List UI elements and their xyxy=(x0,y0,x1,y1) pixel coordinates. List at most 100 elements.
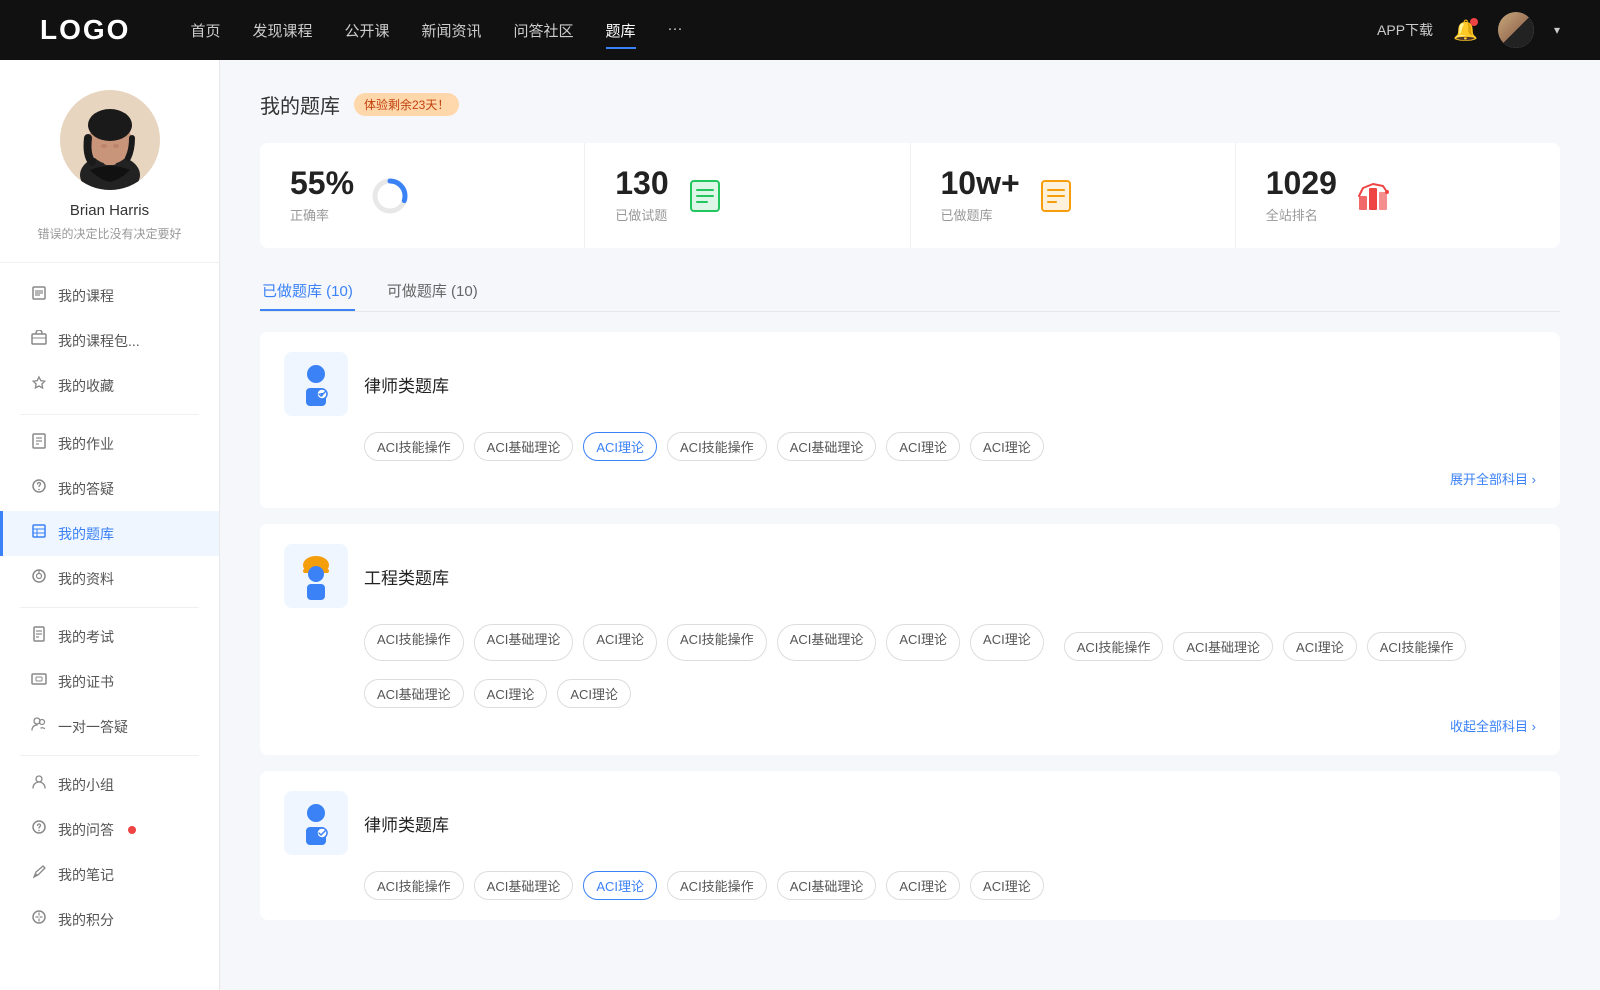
qbank-tag[interactable]: ACI基础理论 xyxy=(777,624,877,661)
qbank-tag-active[interactable]: ACI理论 xyxy=(583,871,657,900)
user-avatar[interactable] xyxy=(1498,12,1534,48)
sidebar-item-my-courses[interactable]: 我的课程 xyxy=(0,273,219,318)
qbank-tag[interactable]: ACI技能操作 xyxy=(667,871,767,900)
sidebar-item-my-questions[interactable]: 我的问答 xyxy=(0,807,219,852)
qbank-title-1: 律师类题库 xyxy=(364,372,449,397)
stat-done-banks-value: 10w+ xyxy=(941,167,1020,199)
qbank-tag[interactable]: ACI基础理论 xyxy=(777,871,877,900)
courses-icon xyxy=(30,285,48,306)
qbank-tag[interactable]: ACI理论 xyxy=(474,679,548,708)
stat-rank-text: 1029 全站排名 xyxy=(1266,167,1337,224)
sidebar-item-homework[interactable]: 我的作业 xyxy=(0,421,219,466)
sidebar-avatar xyxy=(60,90,160,190)
favorites-icon xyxy=(30,375,48,396)
qbank-tag[interactable]: ACI基础理论 xyxy=(474,871,574,900)
sidebar-item-points[interactable]: 我的积分 xyxy=(0,897,219,942)
qbank-tag[interactable]: ACI理论 xyxy=(886,624,960,661)
qbank-tag[interactable]: ACI基础理论 xyxy=(1173,632,1273,661)
qbank-tag[interactable]: ACI技能操作 xyxy=(364,871,464,900)
rank-icon xyxy=(1353,176,1393,216)
qbank-tag[interactable]: ACI理论 xyxy=(557,679,631,708)
qbank-tag[interactable]: ACI基础理论 xyxy=(474,624,574,661)
qbank-tag[interactable]: ACI理论 xyxy=(583,624,657,661)
sidebar-item-group[interactable]: 我的小组 xyxy=(0,762,219,807)
qbank-tag[interactable]: ACI理论 xyxy=(970,624,1044,661)
nav-news[interactable]: 新闻资讯 xyxy=(422,16,482,45)
sidebar-label-1on1: 一对一答疑 xyxy=(58,717,128,737)
qbank-engineer-icon xyxy=(284,544,348,608)
qbank-tag[interactable]: ACI技能操作 xyxy=(1367,632,1467,661)
nav-more[interactable]: ··· xyxy=(668,16,683,45)
qbank-tag[interactable]: ACI理论 xyxy=(886,871,960,900)
qbank-tag[interactable]: ACI技能操作 xyxy=(1064,632,1164,661)
qbank-tag[interactable]: ACI理论 xyxy=(970,871,1044,900)
notification-dot xyxy=(1470,18,1478,26)
qbank-collapse-2[interactable]: 收起全部科目 › xyxy=(284,716,1536,735)
navbar: LOGO 首页 发现课程 公开课 新闻资讯 问答社区 题库 ··· APP下载 … xyxy=(0,0,1600,60)
sidebar-label-homework: 我的作业 xyxy=(58,434,114,454)
nav-discover[interactable]: 发现课程 xyxy=(252,16,312,45)
tab-available-banks[interactable]: 可做题库 (10) xyxy=(385,272,480,311)
sidebar-item-qa[interactable]: 我的答疑 xyxy=(0,466,219,511)
app-download-link[interactable]: APP下载 xyxy=(1377,20,1433,40)
accuracy-icon xyxy=(370,176,410,216)
qbank-tag[interactable]: ACI基础理论 xyxy=(777,432,877,461)
sidebar-item-data[interactable]: 我的资料 xyxy=(0,556,219,601)
sidebar-label-myqa: 我的答疑 xyxy=(58,479,114,499)
nav-qa[interactable]: 问答社区 xyxy=(514,16,574,45)
qbank-tag[interactable]: ACI技能操作 xyxy=(667,624,767,661)
qbank-card-lawyer-2: 律师类题库 ACI技能操作 ACI基础理论 ACI理论 ACI技能操作 ACI基… xyxy=(260,771,1560,920)
sidebar-item-favorites[interactable]: 我的收藏 xyxy=(0,363,219,408)
sidebar-label-course-package: 我的课程包... xyxy=(58,331,140,351)
qbank-tag[interactable]: ACI理论 xyxy=(1283,632,1357,661)
qbank-tag[interactable]: ACI基础理论 xyxy=(474,432,574,461)
nav-open-course[interactable]: 公开课 xyxy=(344,16,389,45)
stat-rank-label: 全站排名 xyxy=(1266,205,1337,224)
qbank-tag[interactable]: ACI基础理论 xyxy=(364,679,464,708)
stat-accuracy-text: 55% 正确率 xyxy=(290,167,354,224)
qbank-lawyer-icon-2 xyxy=(284,791,348,855)
sidebar-label-exams: 我的考试 xyxy=(58,627,114,647)
sidebar-item-exams[interactable]: 我的考试 xyxy=(0,614,219,659)
qbank-tag-active[interactable]: ACI理论 xyxy=(583,432,657,461)
qbank-lawyer-icon-1 xyxy=(284,352,348,416)
qa-icon xyxy=(30,478,48,499)
homework-icon xyxy=(30,433,48,454)
qbank-card-engineer: 工程类题库 ACI技能操作 ACI基础理论 ACI理论 ACI技能操作 ACI基… xyxy=(260,524,1560,755)
nav-home[interactable]: 首页 xyxy=(190,16,220,45)
sidebar-item-qbank[interactable]: 我的题库 xyxy=(0,511,219,556)
sidebar-item-course-package[interactable]: 我的课程包... xyxy=(0,318,219,363)
stat-done-questions-label: 已做试题 xyxy=(615,205,668,224)
done-banks-icon xyxy=(1036,176,1076,216)
sidebar-menu: 我的课程 我的课程包... 我的收藏 xyxy=(0,273,219,942)
sidebar-label-my-questions: 我的问答 xyxy=(58,820,114,840)
navbar-right: APP下载 🔔 ▾ xyxy=(1377,12,1560,48)
qbank-tag[interactable]: ACI理论 xyxy=(970,432,1044,461)
sidebar-label-group: 我的小组 xyxy=(58,775,114,795)
tab-done-banks[interactable]: 已做题库 (10) xyxy=(260,272,355,311)
sidebar-item-notes[interactable]: 我的笔记 xyxy=(0,852,219,897)
nav-qbank[interactable]: 题库 xyxy=(606,16,636,45)
notification-bell[interactable]: 🔔 xyxy=(1453,18,1478,43)
certificate-icon xyxy=(30,671,48,692)
qbank-title-3: 律师类题库 xyxy=(364,811,449,836)
data-icon xyxy=(30,568,48,589)
qbank-expand-1[interactable]: 展开全部科目 › xyxy=(284,469,1536,488)
done-questions-icon xyxy=(685,176,725,216)
qbank-tag[interactable]: ACI技能操作 xyxy=(364,624,464,661)
avatar-chevron-icon[interactable]: ▾ xyxy=(1554,23,1560,37)
sidebar-label-notes: 我的笔记 xyxy=(58,865,114,885)
sidebar: Brian Harris 错误的决定比没有决定要好 我的课程 我的课程包... xyxy=(0,60,220,990)
divider-3 xyxy=(20,755,199,756)
stat-accuracy: 55% 正确率 xyxy=(260,143,585,248)
sidebar-item-1on1[interactable]: 一对一答疑 xyxy=(0,704,219,749)
stat-done-banks-text: 10w+ 已做题库 xyxy=(941,167,1020,224)
sidebar-item-certificate[interactable]: 我的证书 xyxy=(0,659,219,704)
qbank-tag[interactable]: ACI技能操作 xyxy=(364,432,464,461)
qbank-tags-3: ACI技能操作 ACI基础理论 ACI理论 ACI技能操作 ACI基础理论 AC… xyxy=(284,871,1536,900)
stat-accuracy-value: 55% xyxy=(290,167,354,199)
qbank-tag[interactable]: ACI技能操作 xyxy=(667,432,767,461)
sidebar-label-data: 我的资料 xyxy=(58,569,114,589)
qbank-tag[interactable]: ACI理论 xyxy=(886,432,960,461)
stat-done-banks: 10w+ 已做题库 xyxy=(911,143,1236,248)
